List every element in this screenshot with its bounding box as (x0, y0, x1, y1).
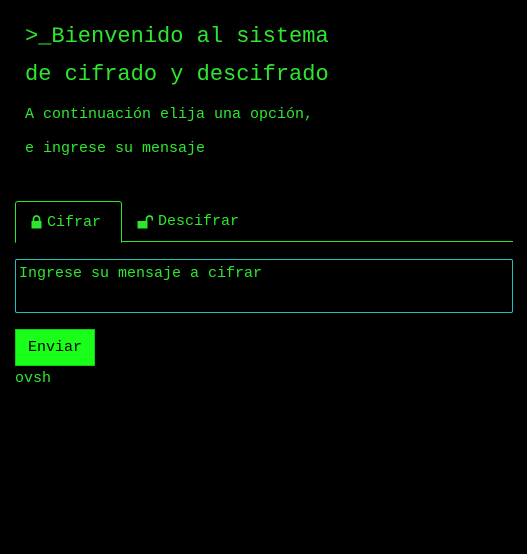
lock-icon (31, 215, 47, 229)
send-button[interactable]: Enviar (15, 329, 95, 366)
unlock-icon (137, 214, 158, 229)
instructions-line-1: A continuación elija una opción, (25, 106, 314, 123)
welcome-header: >_Bienvenido al sistema de cifrado y des… (25, 18, 515, 166)
tab-descifrar-label: Descifrar (158, 213, 240, 230)
message-input[interactable] (15, 259, 513, 313)
page-title-line-1: >_Bienvenido al sistema (25, 24, 329, 49)
instructions-line-2: e ingrese su mensaje (25, 140, 206, 157)
result-output: ovsh (15, 370, 52, 387)
tab-cifrar[interactable]: Cifrar (15, 201, 122, 243)
tab-descifrar[interactable]: Descifrar (137, 201, 239, 242)
mode-tabs: Cifrar Descifrar (15, 201, 513, 243)
page-title-line-2: de cifrado y descifrado (25, 62, 329, 87)
tab-cifrar-label: Cifrar (47, 213, 102, 231)
